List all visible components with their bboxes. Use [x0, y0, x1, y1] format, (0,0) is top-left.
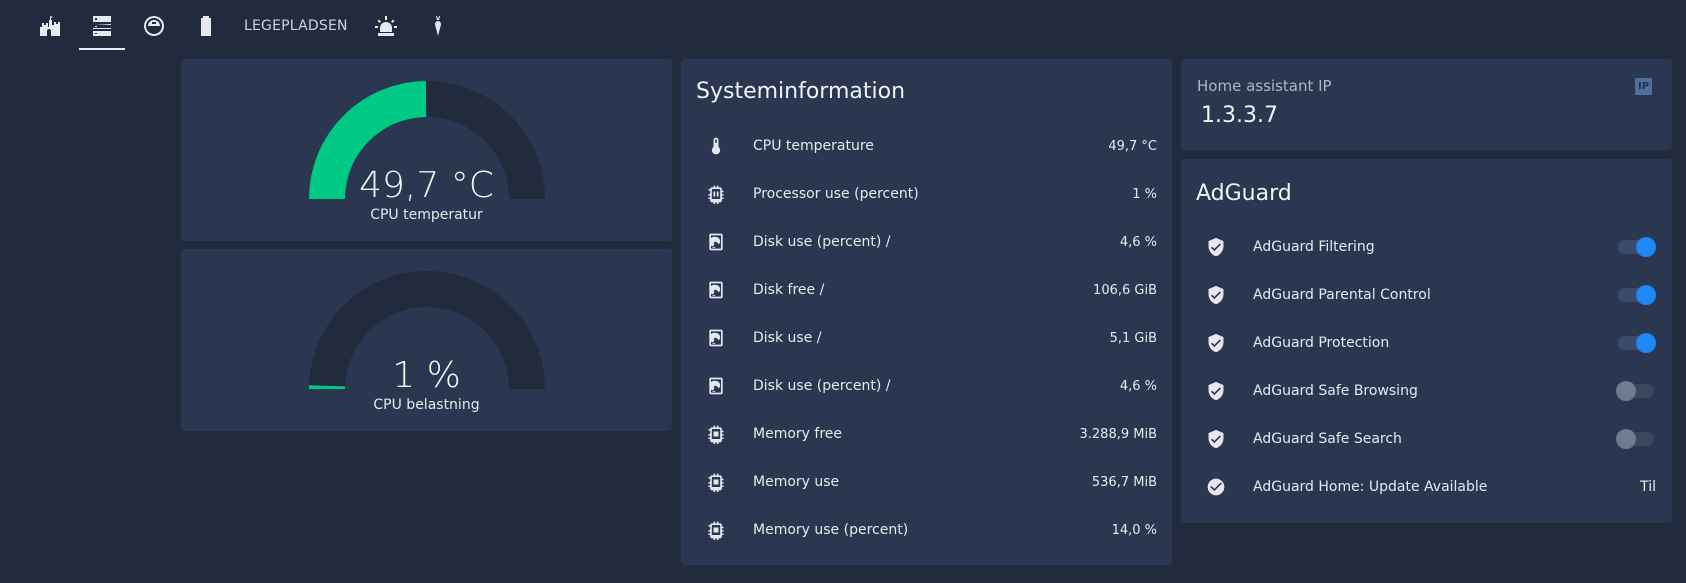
entity-row[interactable]: Disk use (percent) / 4,6 % [681, 364, 1172, 408]
entity-name: Home assistant IP [1197, 77, 1332, 95]
alarm-light-icon [374, 16, 397, 36]
check-circle-icon [1205, 476, 1227, 498]
tab-alarm-light[interactable] [360, 0, 412, 52]
switch-row[interactable]: AdGuard Parental Control [1181, 273, 1672, 317]
battery-icon [201, 16, 211, 36]
thermometer-icon [705, 135, 727, 157]
tab-robot-vacuum[interactable] [128, 0, 180, 52]
adguard-card: AdGuard AdGuard Filtering AdGuard Parent… [1181, 159, 1672, 523]
toggle-knob [1636, 285, 1656, 305]
entity-row[interactable]: Memory free 3.288,9 MiB [681, 412, 1172, 456]
entity-value: 5,1 GiB [1109, 330, 1157, 346]
shield-check-icon [1205, 332, 1227, 354]
entity-value: 106,6 GiB [1093, 282, 1157, 298]
cpu-temperature-gauge-card[interactable]: 49,7 °C CPU temperatur [181, 59, 672, 241]
tab-carrot[interactable] [412, 0, 464, 52]
entity-row[interactable]: Disk use / 5,1 GiB [681, 316, 1172, 360]
entity-label: Disk use (percent) / [753, 234, 891, 250]
switch-row[interactable]: AdGuard Protection [1181, 321, 1672, 365]
switch-row[interactable]: AdGuard Safe Search [1181, 417, 1672, 461]
entity-value: 1 % [1132, 186, 1157, 202]
entity-label: Processor use (percent) [753, 186, 919, 202]
switch-label: AdGuard Parental Control [1253, 287, 1431, 303]
server-icon [93, 16, 111, 36]
entity-value: 49,7 °C [1108, 138, 1157, 154]
top-navigation: LEGEPLADSEN [0, 0, 1686, 52]
toggle-knob [1636, 333, 1656, 353]
robot-vacuum-icon [144, 16, 164, 36]
shield-check-icon [1205, 380, 1227, 402]
switch-row[interactable]: AdGuard Safe Browsing [1181, 369, 1672, 413]
switch-label: AdGuard Safe Search [1253, 431, 1402, 447]
tab-castle[interactable] [24, 0, 76, 52]
entity-label: AdGuard Home: Update Available [1253, 479, 1488, 495]
switch-row[interactable]: AdGuard Filtering [1181, 225, 1672, 269]
toggle-knob [1616, 429, 1636, 449]
toggle-switch[interactable] [1618, 333, 1656, 353]
gauge-value: 1 % [392, 355, 461, 396]
gauge-value: 49,7 °C [359, 165, 494, 206]
harddisk-icon [705, 375, 727, 397]
switch-label: AdGuard Safe Browsing [1253, 383, 1418, 399]
entity-value: 536,7 MiB [1091, 474, 1157, 490]
toggle-switch[interactable] [1618, 285, 1656, 305]
toggle-switch[interactable] [1616, 381, 1654, 401]
card-title: AdGuard [1196, 181, 1292, 206]
entity-value: Til [1640, 479, 1656, 495]
memory-icon [705, 519, 727, 541]
harddisk-icon [705, 231, 727, 253]
entity-value: 4,6 % [1119, 378, 1157, 394]
entity-label: Disk free / [753, 282, 825, 298]
switch-label: AdGuard Filtering [1253, 239, 1375, 255]
entity-label: Memory use [753, 474, 840, 490]
toggle-knob [1616, 381, 1636, 401]
entity-row[interactable]: Disk free / 106,6 GiB [681, 268, 1172, 312]
cpu-64-icon [705, 183, 727, 205]
harddisk-icon [705, 327, 727, 349]
shield-check-icon [1205, 428, 1227, 450]
system-information-card: Systeminformation CPU temperature 49,7 °… [681, 59, 1172, 565]
entity-row[interactable]: AdGuard Home: Update Available Til [1181, 465, 1672, 509]
shield-check-icon [1205, 284, 1227, 306]
shield-check-icon [1205, 236, 1227, 258]
entity-row[interactable]: Memory use 536,7 MiB [681, 460, 1172, 504]
entity-value: 14,0 % [1111, 522, 1157, 538]
entity-row[interactable]: Memory use (percent) 14,0 % [681, 508, 1172, 552]
tab-legepladsen[interactable]: LEGEPLADSEN [232, 0, 360, 52]
tab-label: LEGEPLADSEN [244, 18, 348, 34]
tab-server[interactable] [76, 0, 128, 52]
entity-value: 3.288,9 MiB [1079, 426, 1158, 442]
entity-label: Disk use (percent) / [753, 378, 891, 394]
entity-label: CPU temperature [753, 138, 874, 154]
entity-state: 1.3.3.7 [1201, 103, 1278, 128]
castle-icon [40, 16, 60, 36]
ip-icon: IP [1635, 78, 1652, 95]
home-assistant-ip-card[interactable]: Home assistant IP 1.3.3.7 IP [1181, 59, 1672, 150]
gauge-label: CPU temperatur [370, 207, 483, 223]
toggle-switch[interactable] [1616, 429, 1654, 449]
entity-label: Memory use (percent) [753, 522, 909, 538]
toggle-knob [1636, 237, 1656, 257]
entity-row[interactable]: Processor use (percent) 1 % [681, 172, 1172, 216]
entity-row[interactable]: CPU temperature 49,7 °C [681, 124, 1172, 168]
entity-label: Disk use / [753, 330, 822, 346]
tab-battery[interactable] [180, 0, 232, 52]
entity-value: 4,6 % [1119, 234, 1157, 250]
cpu-load-gauge-card[interactable]: 1 % CPU belastning [181, 249, 672, 431]
memory-icon [705, 471, 727, 493]
entity-row[interactable]: Disk use (percent) / 4,6 % [681, 220, 1172, 264]
card-title: Systeminformation [696, 79, 906, 104]
switch-label: AdGuard Protection [1253, 335, 1390, 351]
carrot-icon [434, 16, 441, 36]
harddisk-icon [705, 279, 727, 301]
entity-label: Memory free [753, 426, 842, 442]
memory-icon [705, 423, 727, 445]
toggle-switch[interactable] [1618, 237, 1656, 257]
gauge-label: CPU belastning [373, 397, 480, 413]
